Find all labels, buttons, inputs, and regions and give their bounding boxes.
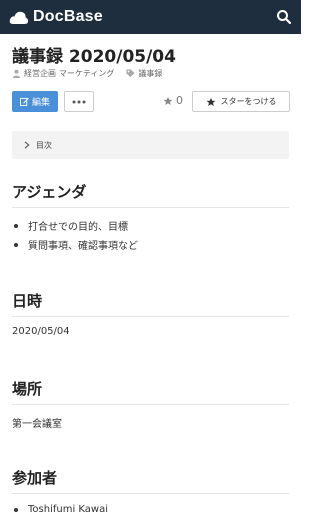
list-item-text: 質問事項、確認事項など [28,241,138,252]
page-title: 議事録 2020/05/04 [12,47,176,67]
edit-icon [19,97,29,106]
star-count-value: 0 [176,94,183,107]
agenda-list: 打合せでの目的、目標 質問事項、確認事項など [12,216,138,254]
ellipsis-icon [72,100,86,103]
list-item: 打合せでの目的、目標 [12,216,138,235]
section-heading-attendees: 参加者 [12,467,289,494]
document-meta: 経営企画 マーケティング 議事録 [12,68,162,79]
star-icon [206,97,215,106]
bullet [14,223,18,228]
document-actions: 編集 0 スターをつける [12,91,290,113]
list-item: 質問事項、確認事項など [12,235,138,254]
chevron-right-icon [24,141,30,149]
edit-button-label: 編集 [31,98,50,108]
app-header: DocBase [0,0,301,34]
datetime-text: 2020/05/04 [12,326,70,337]
star-button[interactable]: スターをつける [192,91,290,112]
section-heading-agenda: アジェンダ [12,181,289,208]
list-item-text: Toshifumi Kawai [28,504,109,515]
list-item-text: 打合せでの目的、目標 [28,222,128,233]
group-link[interactable]: マーケティング [59,68,114,79]
docbase-logo[interactable]: DocBase [9,7,103,27]
search-button[interactable] [276,9,292,25]
section-heading-place: 場所 [12,378,289,405]
toc-label: 目次 [36,140,52,150]
edit-button[interactable]: 編集 [12,91,58,112]
attendees-list: Toshifumi Kawai [12,500,108,519]
star-count: 0 [163,94,183,107]
tag-link[interactable]: 議事録 [138,68,162,79]
more-options-button[interactable] [64,91,94,112]
section-heading-datetime: 日時 [12,290,289,317]
bullet [14,242,18,247]
star-button-label: スターをつける [220,97,277,106]
brand-name: DocBase [33,8,103,25]
user-group-icon [12,69,21,78]
bullet [14,507,18,512]
group-link[interactable]: 経営企画 [24,68,56,79]
tag-icon [126,69,135,78]
table-of-contents-toggle[interactable]: 目次 [12,131,289,159]
list-item: Toshifumi Kawai [12,500,108,519]
place-text: 第一会議室 [12,419,62,430]
search-icon [277,10,292,25]
docbase-cloud-icon [9,11,29,24]
star-icon [163,96,173,105]
